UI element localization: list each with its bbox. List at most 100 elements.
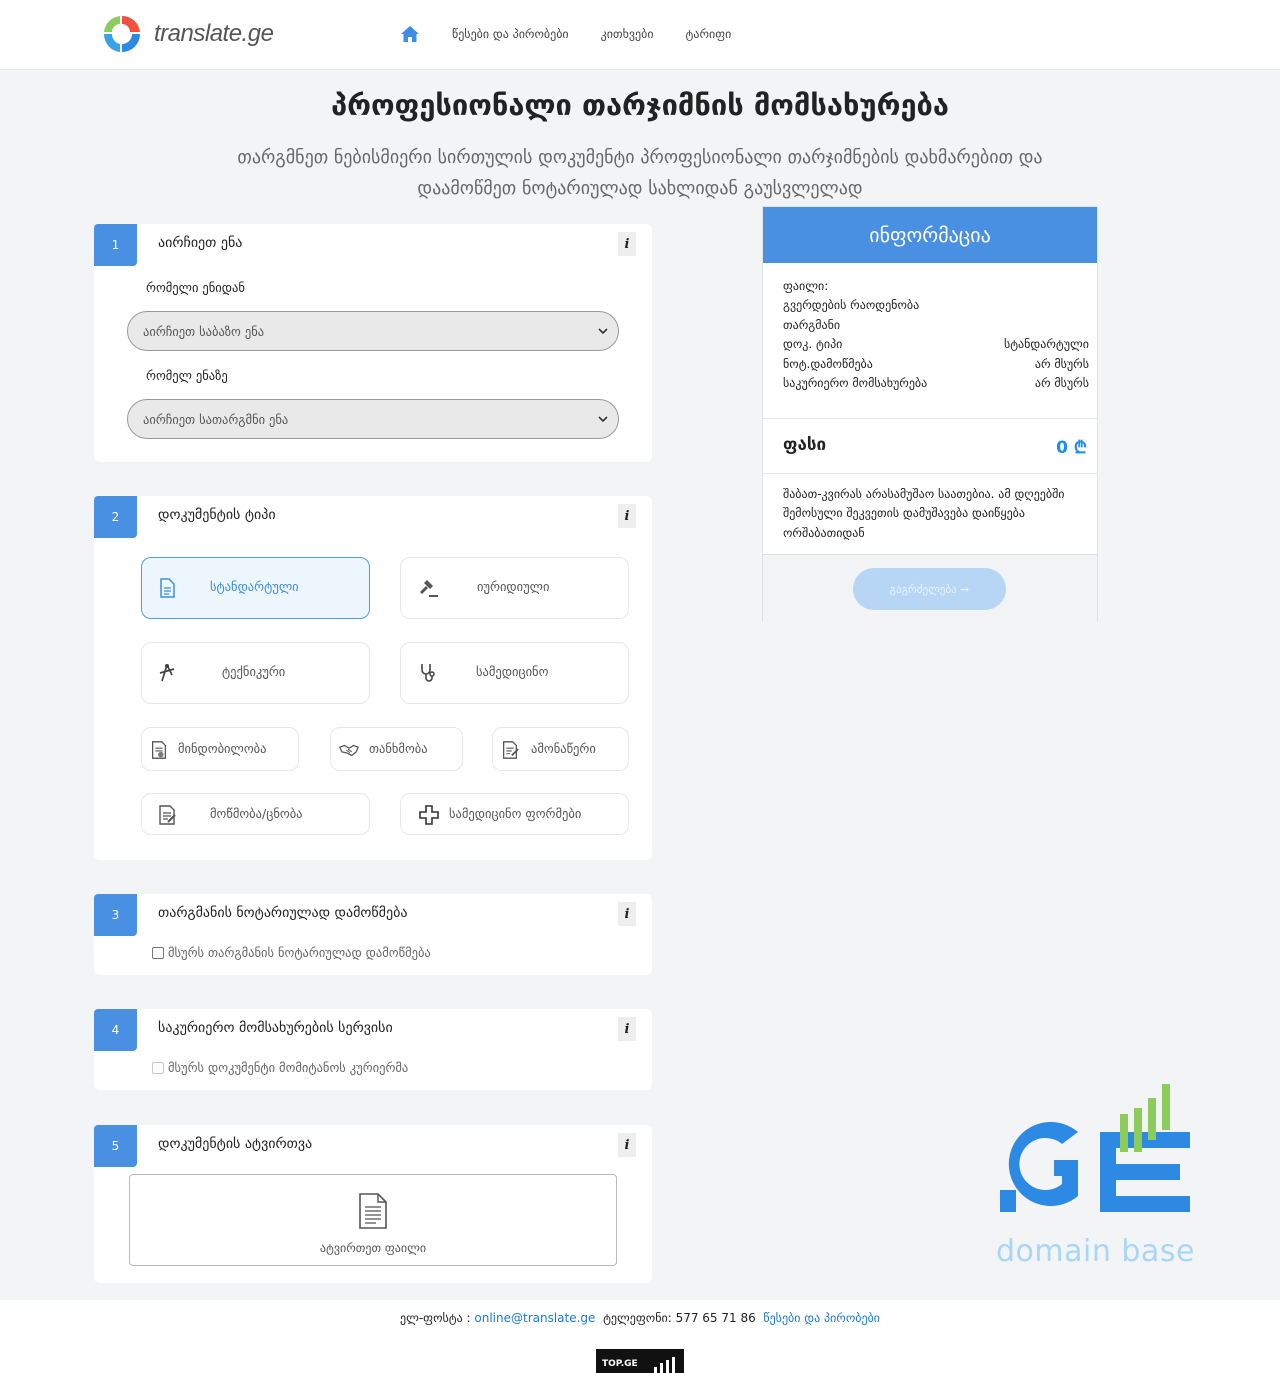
summary-value: არ მსურს: [1034, 376, 1089, 391]
page-subtitle: თარგმნეთ ნებისმიერი სირთულის დოკუმენტი პ…: [237, 147, 1043, 199]
top-ge-counter[interactable]: TOP.GE: [596, 1349, 684, 1373]
document-edit-icon: [503, 741, 519, 759]
source-language-value: აირჩიეთ საბაზო ენა: [143, 323, 265, 339]
info-button[interactable]: i: [618, 902, 636, 926]
doc-type-label: მინდობილობა: [178, 741, 267, 756]
nav-faq-link[interactable]: კითხვები: [601, 27, 654, 41]
doc-type-standard[interactable]: სტანდარტული: [141, 557, 370, 619]
summary-row-pages: გვერდების რაოდენობა: [783, 296, 1089, 315]
doc-type-statement[interactable]: ამონაწერი: [492, 727, 629, 771]
page-title: პროფესიონალი თარჯიმნის მომსახურება: [331, 88, 949, 122]
certificate-icon: [159, 805, 176, 825]
weekend-notice: შაბათ-კვირას არასამუშაო საათებია. ამ დღე…: [783, 487, 1065, 540]
step-title: აირჩიეთ ენა: [158, 235, 243, 251]
summary-row-doc-type: დოკ. ტიპი სტანდარტული: [783, 335, 1089, 354]
step-number: 1: [94, 224, 137, 266]
doc-type-label: ამონაწერი: [531, 741, 596, 756]
info-button[interactable]: i: [618, 232, 636, 256]
doc-type-technical[interactable]: ტექნიკური: [141, 642, 370, 704]
source-language-select[interactable]: აირჩიეთ საბაზო ენა: [127, 311, 619, 351]
footer-contacts: ელ-ფოსტა : online@translate.ge ტელეფონი:…: [0, 1311, 1280, 1325]
continue-button[interactable]: გაგრძელება ➞: [853, 568, 1006, 610]
price-value: 0 ₾: [1056, 438, 1087, 458]
footer-phone: ტელეფონი: 577 65 71 86: [603, 1311, 756, 1325]
summary-rows: ფაილი: გვერდების რაოდენობა თარგმანი დოკ.…: [783, 277, 1089, 393]
site-header: translate.ge წესები და პირობები კითხვები…: [0, 0, 1280, 70]
step-courier-card: 4 საკურიერო მომსახურების სერვისი i მსურს…: [94, 1009, 652, 1090]
notary-checkbox[interactable]: [152, 946, 164, 959]
info-button[interactable]: i: [618, 504, 636, 528]
divider: [763, 473, 1097, 474]
summary-value: სტანდარტული: [1003, 337, 1089, 352]
compass-icon: [159, 664, 175, 682]
doc-type-medical-forms[interactable]: სამედიცინო ფორმები: [400, 793, 629, 835]
site-logo[interactable]: translate.ge: [100, 12, 280, 58]
summary-row-file: ფაილი:: [783, 277, 1089, 296]
summary-row-translation: თარგმანი: [783, 316, 1089, 335]
site-footer: ელ-ფოსტა : online@translate.ge ტელეფონი:…: [0, 1300, 1280, 1373]
top-ge-label: TOP.GE: [602, 1359, 638, 1369]
step-title: დოკუმენტის ტიპი: [158, 507, 276, 523]
main-nav: წესები და პირობები კითხვები ტარიფი: [400, 24, 731, 44]
summary-title: ინფორმაცია: [763, 207, 1097, 263]
courier-checkbox[interactable]: [152, 1061, 164, 1074]
footer-email-label: ელ-ფოსტა :: [399, 1311, 475, 1325]
target-language-value: აირჩიეთ სათარგმნი ენა: [143, 411, 289, 427]
summary-footer: გაგრძელება ➞: [763, 554, 1097, 623]
translate-logo-icon: [103, 15, 140, 52]
notary-option: მსურს თარგმანის ნოტარიულად დამოწმება: [152, 945, 431, 960]
step-number: 5: [94, 1125, 137, 1167]
document-stamp-icon: [152, 741, 166, 759]
nav-pricing-link[interactable]: ტარიფი: [686, 27, 732, 41]
bars-icon: [654, 1357, 675, 1373]
step-title: თარგმანის ნოტარიულად დამოწმება: [158, 905, 408, 921]
handshake-icon: [339, 744, 359, 757]
courier-checkbox-label[interactable]: მსურს დოკუმენტი მომიტანოს კურიერმა: [168, 1060, 408, 1075]
notary-checkbox-label[interactable]: მსურს თარგმანის ნოტარიულად დამოწმება: [168, 945, 431, 960]
nav-terms-link[interactable]: წესები და პირობები: [452, 27, 569, 41]
doc-type-label: სტანდარტული: [210, 579, 299, 594]
info-button[interactable]: i: [618, 1133, 636, 1157]
divider: [763, 418, 1097, 419]
summary-label: თარგმანი: [783, 317, 841, 332]
summary-row-courier: საკურიერო მომსახურება არ მსურს: [783, 374, 1089, 393]
target-language-select[interactable]: აირჩიეთ სათარგმნი ენა: [127, 399, 619, 439]
source-language-label: რომელი ენიდან: [146, 280, 245, 295]
step-number: 3: [94, 894, 137, 936]
home-icon[interactable]: [400, 24, 420, 44]
doc-type-label: ტექნიკური: [222, 664, 286, 679]
doc-type-agreement[interactable]: თანხმობა: [330, 727, 463, 771]
doc-type-label: სამედიცინო ფორმები: [449, 806, 582, 821]
stethoscope-icon: [421, 664, 435, 682]
summary-label: ფაილი:: [783, 279, 829, 293]
step-number: 4: [94, 1009, 137, 1051]
target-language-label: რომელ ენაზე: [146, 368, 228, 383]
doc-type-label: თანხმობა: [369, 741, 428, 756]
step-upload-card: 5 დოკუმენტის ატვირთვა i ატვირთეთ ფაილი: [94, 1125, 652, 1283]
doc-type-label: მოწმობა/ცნობა: [210, 806, 303, 821]
domain-base-text: domain base: [996, 1234, 1195, 1269]
summary-row-notary: ნოტ.დამოწმება არ მსურს: [783, 355, 1089, 374]
file-upload-dropzone[interactable]: ატვირთეთ ფაილი: [129, 1174, 617, 1266]
step-document-type-card: 2 დოკუმენტის ტიპი i სტანდარტული იურიდიულ…: [94, 496, 652, 860]
chevron-down-icon: [598, 416, 608, 423]
doc-type-power-of-attorney[interactable]: მინდობილობა: [141, 727, 299, 771]
summary-label: საკურიერო მომსახურება: [783, 376, 928, 391]
chevron-down-icon: [598, 328, 608, 335]
courier-option: მსურს დოკუმენტი მომიტანოს კურიერმა: [152, 1060, 408, 1075]
step-language-card: 1 აირჩიეთ ენა i რომელი ენიდან აირჩიეთ სა…: [94, 224, 652, 462]
doc-type-medical[interactable]: სამედიცინო: [400, 642, 629, 704]
footer-email-link[interactable]: online@translate.ge: [474, 1311, 595, 1325]
doc-type-certificate[interactable]: მოწმობა/ცნობა: [141, 793, 370, 835]
file-icon: [359, 1193, 387, 1229]
step-number: 2: [94, 496, 137, 538]
document-icon: [160, 578, 175, 598]
price-label: ფასი: [783, 435, 827, 455]
upload-label: ატვირთეთ ფაილი: [319, 1241, 427, 1255]
doc-type-label: სამედიცინო: [476, 664, 549, 679]
step-title: დოკუმენტის ატვირთვა: [158, 1136, 313, 1152]
summary-label: ნოტ.დამოწმება: [783, 356, 873, 371]
doc-type-legal[interactable]: იურიდიული: [400, 557, 629, 619]
footer-terms-link[interactable]: წესები და პირობები: [763, 1311, 880, 1325]
info-button[interactable]: i: [618, 1017, 636, 1041]
